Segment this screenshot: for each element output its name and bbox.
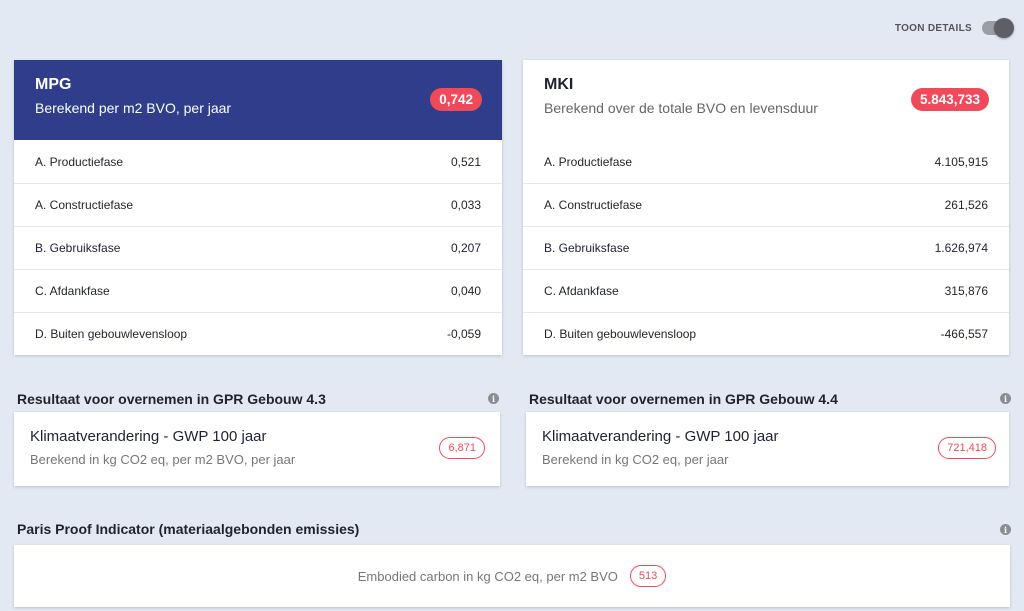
mpg-row: A. Constructiefase 0,033 xyxy=(14,183,502,226)
mki-header: MKI Berekend over de totale BVO en leven… xyxy=(523,60,1009,140)
gpr44-card: Klimaatverandering - GWP 100 jaar Bereke… xyxy=(526,412,1009,486)
row-value: 0,207 xyxy=(450,241,481,255)
gpr44-value-badge: 721,418 xyxy=(938,437,996,459)
row-label: D. Buiten gebouwlevensloop xyxy=(35,327,188,341)
gpr43-card: Klimaatverandering - GWP 100 jaar Bereke… xyxy=(14,412,500,486)
mki-row: A. Constructiefase 261,526 xyxy=(523,183,1009,226)
row-value: 1.626,974 xyxy=(934,241,988,255)
row-value: 0,040 xyxy=(450,284,481,298)
row-value: 0,033 xyxy=(450,198,481,212)
mpg-card: MPG Berekend per m2 BVO, per jaar 0,742 … xyxy=(14,60,502,355)
mpg-row: D. Buiten gebouwlevensloop -0,059 xyxy=(14,312,502,355)
gpr44-subtitle: Berekend in kg CO2 eq, per jaar xyxy=(542,452,729,467)
mpg-total-badge: 0,742 xyxy=(430,88,482,111)
mki-row: A. Productiefase 4.105,915 xyxy=(523,140,1009,183)
row-label: C. Afdankfase xyxy=(35,284,110,298)
row-value: -466,557 xyxy=(940,327,988,341)
mki-rows: A. Productiefase 4.105,915 A. Constructi… xyxy=(523,140,1009,355)
mpg-subtitle: Berekend per m2 BVO, per jaar xyxy=(35,100,232,116)
mpg-row: C. Afdankfase 0,040 xyxy=(14,269,502,312)
mki-total-badge: 5.843,733 xyxy=(910,88,989,111)
toon-details-label: TOON DETAILS xyxy=(894,22,972,34)
paris-value-badge: 513 xyxy=(629,565,667,587)
toon-details-toggle-group[interactable]: TOON DETAILS xyxy=(894,18,1014,38)
paris-card: Embodied carbon in kg CO2 eq, per m2 BVO… xyxy=(14,545,1010,607)
gpr43-value-badge: 6,871 xyxy=(439,437,485,459)
gpr43-title: Klimaatverandering - GWP 100 jaar xyxy=(30,428,267,445)
info-icon[interactable]: i xyxy=(488,393,499,404)
mki-row: C. Afdankfase 315,876 xyxy=(523,269,1009,312)
info-icon[interactable]: i xyxy=(1000,524,1011,535)
row-label: B. Gebruiksfase xyxy=(544,241,630,255)
gpr44-section-title: Resultaat voor overnemen in GPR Gebouw 4… xyxy=(529,391,838,407)
row-label: A. Constructiefase xyxy=(544,198,643,212)
paris-text: Embodied carbon in kg CO2 eq, per m2 BVO xyxy=(357,568,618,584)
row-label: A. Productiefase xyxy=(35,154,124,169)
row-label: D. Buiten gebouwlevensloop xyxy=(544,327,697,341)
info-icon[interactable]: i xyxy=(1000,393,1011,404)
row-value: 315,876 xyxy=(944,284,988,298)
mpg-row: B. Gebruiksfase 0,207 xyxy=(14,226,502,269)
mki-card: MKI Berekend over de totale BVO en leven… xyxy=(523,60,1009,355)
gpr43-subtitle: Berekend in kg CO2 eq, per m2 BVO, per j… xyxy=(30,452,296,467)
row-value: 261,526 xyxy=(944,198,988,212)
paris-section-title: Paris Proof Indicator (materiaalgebonden… xyxy=(17,521,360,537)
mki-row: D. Buiten gebouwlevensloop -466,557 xyxy=(523,312,1009,355)
gpr44-title: Klimaatverandering - GWP 100 jaar xyxy=(542,428,779,445)
mpg-rows: A. Productiefase 0,521 A. Constructiefas… xyxy=(14,140,502,355)
row-label: C. Afdankfase xyxy=(544,284,619,298)
gpr43-section-title: Resultaat voor overnemen in GPR Gebouw 4… xyxy=(17,391,326,407)
row-value: -0,059 xyxy=(446,327,481,341)
toon-details-toggle[interactable] xyxy=(982,18,1014,38)
row-value: 0,521 xyxy=(450,154,481,169)
mpg-header: MPG Berekend per m2 BVO, per jaar 0,742 xyxy=(14,60,502,140)
row-label: B. Gebruiksfase xyxy=(35,241,121,255)
row-label: A. Productiefase xyxy=(544,154,633,169)
row-value: 4.105,915 xyxy=(934,154,988,169)
mpg-title: MPG xyxy=(35,76,72,93)
mpg-row: A. Productiefase 0,521 xyxy=(14,140,502,183)
toggle-knob xyxy=(994,18,1014,38)
row-label: A. Constructiefase xyxy=(35,198,134,212)
mki-row: B. Gebruiksfase 1.626,974 xyxy=(523,226,1009,269)
